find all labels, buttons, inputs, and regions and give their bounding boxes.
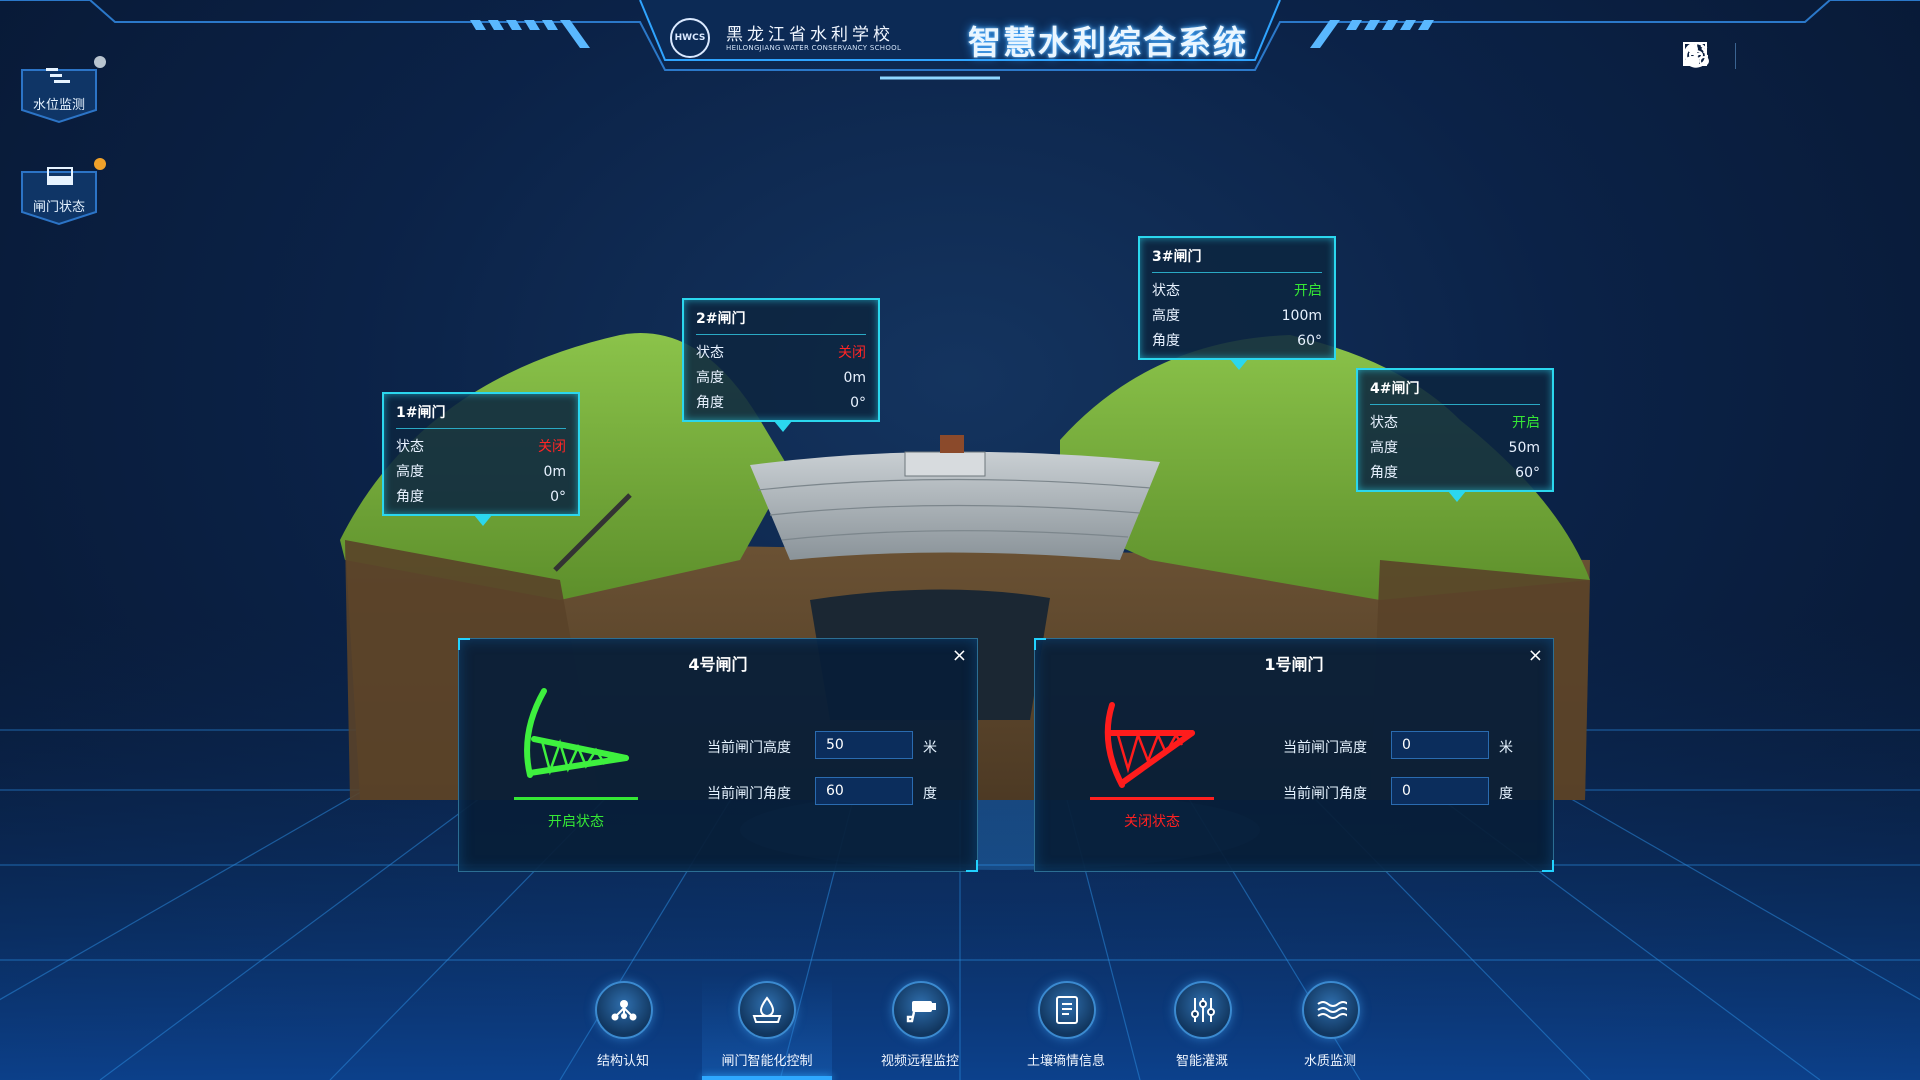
left-nav-label: 闸门状态 xyxy=(32,200,85,215)
gate-status-value: 关闭 xyxy=(838,345,866,361)
height-unit: 米 xyxy=(1499,740,1513,756)
angle-label: 当前闸门角度 xyxy=(1283,786,1367,802)
gate-height-input[interactable] xyxy=(815,731,913,759)
gate-height-value: 0m xyxy=(843,370,866,386)
bottom-nav-label: 结构认知 xyxy=(596,1054,649,1069)
panel-title: 1号闸门 xyxy=(1264,655,1324,674)
left-nav-water-level[interactable]: 水位监测 xyxy=(20,56,106,124)
label-pointer xyxy=(1230,359,1248,370)
gate-state-label: 开启状态 xyxy=(548,814,604,830)
gate-angle-value: 60° xyxy=(1297,333,1322,349)
gate-control-icon xyxy=(738,981,796,1039)
gate-angle-value: 0° xyxy=(850,395,866,411)
gate-label-title: 2#闸门 xyxy=(696,308,866,335)
gate-label-title: 3#闸门 xyxy=(1152,246,1322,273)
gate-state-label: 关闭状态 xyxy=(1124,814,1180,830)
bottom-nav-water-quality[interactable]: 水质监测 xyxy=(1270,975,1390,1080)
state-underline xyxy=(1090,797,1214,800)
bottom-nav-label: 视频远程监控 xyxy=(880,1054,959,1069)
gate-angle-input[interactable] xyxy=(815,777,913,805)
school-name: 黑龙江省水利学校 xyxy=(726,25,894,45)
close-icon[interactable]: × xyxy=(1528,645,1543,666)
document-icon xyxy=(1038,981,1096,1039)
left-nav-gate-status[interactable]: 闸门状态 xyxy=(20,158,106,226)
angle-unit: 度 xyxy=(1499,786,1513,802)
left-nav-label: 水位监测 xyxy=(32,98,85,113)
close-icon[interactable]: × xyxy=(952,645,967,666)
bottom-nav-irrigation[interactable]: 智能灌溉 xyxy=(1142,975,1262,1080)
gate-angle-value: 60° xyxy=(1515,465,1540,481)
minimize-icon[interactable] xyxy=(1683,40,1844,72)
gate-label-3[interactable]: 3#闸门 状态 开启 高度 100m 角度 60° xyxy=(1138,236,1336,370)
gate-angle-input[interactable] xyxy=(1391,777,1489,805)
gate-4-control-panel: 4号闸门 × 开启状态 当前闸门高度 米 当前闸门角度 度 xyxy=(458,638,978,872)
panel-title: 4号闸门 xyxy=(688,655,748,674)
bottom-nav-label: 智能灌溉 xyxy=(1175,1054,1228,1069)
school-name-en: HEILONGJIANG WATER CONSERVANCY SCHOOL xyxy=(726,44,902,52)
gate-angle-value: 0° xyxy=(550,489,566,505)
bottom-nav-gate-control[interactable]: 闸门智能化控制 xyxy=(702,975,832,1080)
bottom-nav-label: 土壤墒情信息 xyxy=(1026,1054,1105,1069)
angle-unit: 度 xyxy=(923,786,937,802)
gate-1-control-panel: 1号闸门 × 关闭状态 当前闸门高度 米 当前闸门角度 度 xyxy=(1034,638,1554,872)
dam-terrain-scene xyxy=(340,333,1590,800)
gate-label-1[interactable]: 1#闸门 状态 关闭 高度 0m 角度 0° xyxy=(382,392,580,526)
gate-label-title: 4#闸门 xyxy=(1370,378,1540,405)
gate-height-value: 100m xyxy=(1281,308,1322,324)
sliders-icon xyxy=(1174,981,1232,1039)
gate-label-4[interactable]: 4#闸门 状态 开启 高度 50m 角度 60° xyxy=(1356,368,1554,502)
status-dot xyxy=(94,56,106,68)
toolbar-divider xyxy=(1735,43,1736,69)
gate-height-value: 0m xyxy=(543,464,566,480)
gate-status-value: 开启 xyxy=(1294,283,1322,299)
gate-closed-icon xyxy=(1104,702,1195,788)
bottom-nav-video[interactable]: 视频远程监控 xyxy=(860,975,980,1080)
status-dot xyxy=(94,158,106,170)
gate-status-icon xyxy=(47,167,73,185)
state-underline xyxy=(514,797,638,800)
label-pointer xyxy=(474,515,492,526)
gate-label-2[interactable]: 2#闸门 状态 关闭 高度 0m 角度 0° xyxy=(682,298,880,432)
gate-status-value: 关闭 xyxy=(538,439,566,455)
top-toolbar xyxy=(1681,40,1898,72)
bottom-nav-soil[interactable]: 土壤墒情信息 xyxy=(1006,975,1126,1080)
gate-height-value: 50m xyxy=(1508,440,1540,456)
angle-label: 当前闸门角度 xyxy=(707,786,791,802)
header-bar: HWCS 黑龙江省水利学校 HEILONGJIANG WATER CONSERV… xyxy=(0,0,1920,90)
label-pointer xyxy=(774,421,792,432)
height-unit: 米 xyxy=(923,740,937,756)
school-logo: HWCS xyxy=(670,18,710,58)
label-pointer xyxy=(1448,491,1466,502)
gate-open-icon xyxy=(524,688,629,778)
water-waves-icon xyxy=(1302,981,1360,1039)
bottom-nav-label: 水质监测 xyxy=(1303,1054,1356,1069)
page-title: 智慧水利综合系统 xyxy=(968,23,1248,62)
bottom-nav-structure[interactable]: 结构认知 xyxy=(563,975,683,1080)
gate-label-title: 1#闸门 xyxy=(396,402,566,429)
height-label: 当前闸门高度 xyxy=(707,740,791,756)
user-settings-icon[interactable] xyxy=(1684,40,1790,72)
structure-icon xyxy=(595,981,653,1039)
gate-status-value: 开启 xyxy=(1512,415,1540,431)
power-icon[interactable] xyxy=(1684,40,1898,72)
height-label: 当前闸门高度 xyxy=(1283,740,1367,756)
bottom-nav-label: 闸门智能化控制 xyxy=(721,1054,813,1069)
gate-height-input[interactable] xyxy=(1391,731,1489,759)
camera-icon xyxy=(892,981,950,1039)
